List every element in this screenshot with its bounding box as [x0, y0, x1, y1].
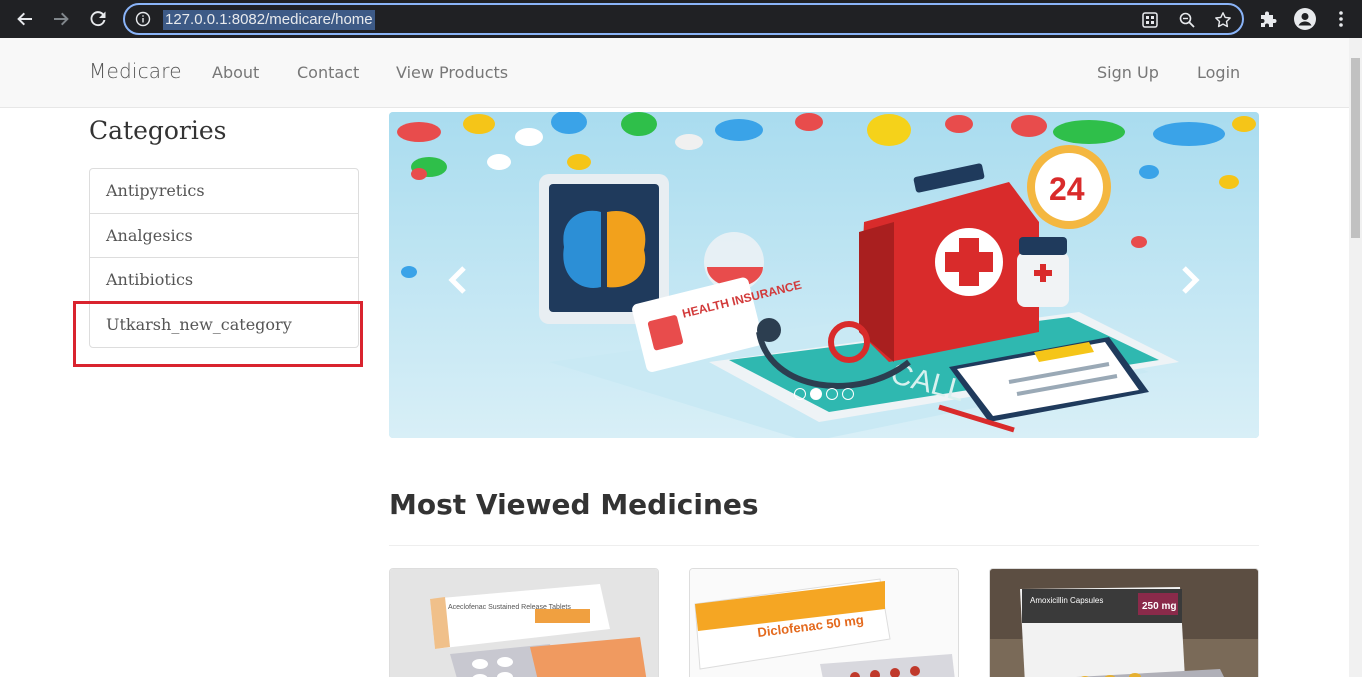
carousel-prev-icon[interactable] — [443, 262, 473, 298]
hero-carousel: HEALTH INSURANCE CALL 24 — [389, 112, 1259, 438]
page-scrollbar[interactable] — [1349, 38, 1362, 677]
nav-contact[interactable]: Contact — [297, 63, 359, 82]
annotation-highlight-box — [73, 301, 363, 367]
product-3-label: Amoxicillin Capsules — [1030, 596, 1103, 605]
scrollbar-thumb[interactable] — [1351, 58, 1360, 238]
category-item-antipyretics[interactable]: Antipyretics — [90, 169, 358, 214]
category-item-antibiotics[interactable]: Antibiotics — [90, 258, 358, 303]
product-card-1[interactable]: Aceclofenac Sustained Release Tablets — [389, 568, 659, 677]
page-content: Medicare About Contact View Products Sig… — [0, 38, 1349, 677]
address-bar[interactable]: 127.0.0.1:8082/medicare/home — [123, 3, 1244, 35]
product-image-1: Aceclofenac Sustained Release Tablets — [390, 569, 658, 677]
product-image-2: Diclofenac 50 mg — [690, 569, 958, 677]
carousel-indicator-3[interactable] — [826, 388, 838, 400]
reload-icon[interactable] — [86, 7, 110, 31]
brand-link[interactable]: Medicare — [89, 59, 182, 83]
clock-24-text: 24 — [1049, 171, 1085, 207]
menu-kebab-icon[interactable] — [1330, 8, 1352, 30]
product-card-2[interactable]: Diclofenac 50 mg — [689, 568, 959, 677]
carousel-indicators — [794, 388, 854, 400]
forward-icon[interactable] — [49, 7, 73, 31]
most-viewed-heading: Most Viewed Medicines — [389, 488, 759, 521]
bookmark-star-icon[interactable] — [1214, 11, 1232, 29]
categories-heading: Categories — [89, 116, 227, 145]
product-card-3[interactable]: Amoxicillin Capsules 250 mg — [989, 568, 1259, 677]
nav-about[interactable]: About — [212, 63, 259, 82]
nav-view-products[interactable]: View Products — [396, 63, 508, 82]
carousel-next-icon[interactable] — [1175, 262, 1205, 298]
product-1-label: Aceclofenac Sustained Release Tablets — [448, 604, 571, 611]
url-text[interactable]: 127.0.0.1:8082/medicare/home — [163, 10, 375, 30]
profile-avatar-icon[interactable] — [1294, 8, 1316, 30]
divider — [389, 545, 1259, 546]
back-icon[interactable] — [13, 7, 37, 31]
browser-toolbar: 127.0.0.1:8082/medicare/home — [0, 0, 1362, 38]
site-navbar: Medicare About Contact View Products Sig… — [0, 38, 1349, 108]
carousel-indicator-2[interactable] — [810, 388, 822, 400]
zoom-icon[interactable] — [1178, 11, 1196, 29]
qr-code-icon[interactable] — [1141, 11, 1159, 29]
carousel-indicator-4[interactable] — [842, 388, 854, 400]
product-image-3: Amoxicillin Capsules 250 mg — [990, 569, 1258, 677]
extensions-icon[interactable] — [1258, 8, 1280, 30]
carousel-indicator-1[interactable] — [794, 388, 806, 400]
product-3-dose: 250 mg — [1142, 601, 1176, 612]
nav-login[interactable]: Login — [1197, 63, 1240, 82]
site-info-icon[interactable] — [135, 11, 151, 27]
category-item-analgesics[interactable]: Analgesics — [90, 214, 358, 258]
nav-sign-up[interactable]: Sign Up — [1097, 63, 1159, 82]
